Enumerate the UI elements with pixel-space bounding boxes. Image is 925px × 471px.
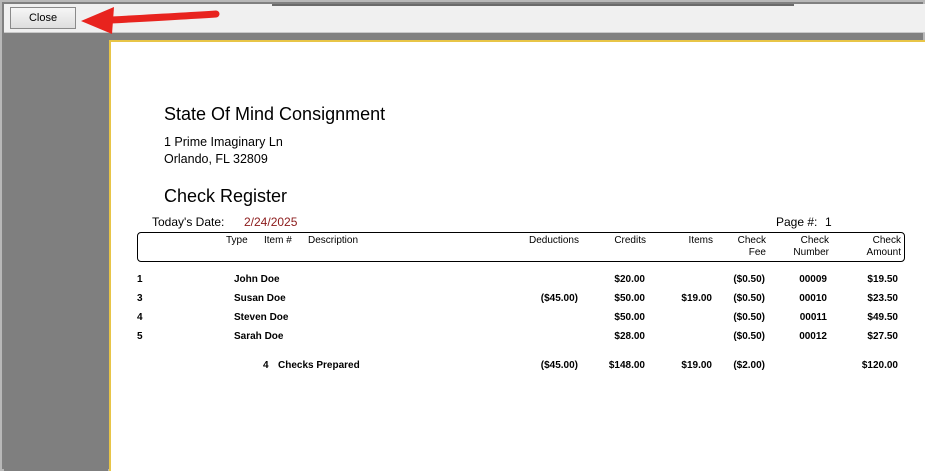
date-value: 2/24/2025	[244, 215, 298, 229]
report-title: Check Register	[164, 186, 288, 206]
column-header-deductions: Deductions	[528, 235, 579, 246]
row-amount: $27.50	[867, 331, 898, 342]
row-credits: $20.00	[614, 274, 645, 285]
check-number-line-2: Number	[793, 246, 829, 258]
row-amount: $23.50	[867, 293, 898, 304]
address-line-2: Orlando, FL 32809	[164, 152, 268, 166]
row-check-number: 00011	[799, 312, 827, 323]
check-fee-line-2: Fee	[748, 246, 766, 258]
column-header-credits: Credits	[614, 235, 646, 246]
report-page: State Of Mind Consignment 1 Prime Imagin…	[109, 40, 925, 471]
close-button[interactable]: Close	[10, 7, 76, 29]
row-fee: ($0.50)	[733, 293, 765, 304]
column-header-type: Type	[226, 235, 248, 246]
row-amount: $49.50	[867, 312, 898, 323]
check-number-line-1: Check	[800, 235, 829, 246]
row-id: 1	[137, 274, 143, 285]
page-number-value: 1	[825, 215, 832, 229]
row-fee: ($0.50)	[733, 331, 765, 342]
column-header-items: Items	[688, 235, 713, 246]
date-label: Today's Date:	[152, 215, 225, 229]
totals-label: Checks Prepared	[278, 360, 360, 371]
column-header-description: Description	[308, 235, 359, 246]
row-fee: ($0.50)	[733, 274, 765, 285]
row-name: Susan Doe	[234, 293, 286, 304]
row-id: 3	[137, 293, 143, 304]
column-header-item: Item #	[264, 235, 292, 246]
row-credits: $28.00	[614, 331, 645, 342]
report-preview-window: Close State Of Mind Consignment 1 Prime …	[0, 0, 925, 471]
row-check-number: 00012	[799, 331, 827, 342]
address-line-1: 1 Prime Imaginary Ln	[164, 135, 283, 149]
company-name: State Of Mind Consignment	[164, 104, 386, 124]
row-items: $19.00	[681, 293, 712, 304]
row-fee: ($0.50)	[733, 312, 765, 323]
row-name: John Doe	[234, 274, 280, 285]
preview-left-pane	[4, 34, 108, 471]
totals-count: 4	[263, 360, 269, 371]
totals-items: $19.00	[681, 360, 712, 371]
check-amount-line-2: Amount	[866, 246, 901, 258]
column-header-check-fee: Check Fee	[721, 235, 766, 258]
toolbar-divider	[272, 4, 794, 6]
row-name: Sarah Doe	[234, 331, 284, 342]
row-id: 5	[137, 331, 143, 342]
row-check-number: 00009	[799, 274, 827, 285]
page-number-label: Page #:	[776, 215, 818, 229]
row-name: Steven Doe	[234, 312, 289, 323]
row-credits: $50.00	[614, 293, 645, 304]
totals-fee: ($2.00)	[733, 360, 765, 371]
preview-toolbar: Close	[4, 4, 925, 34]
row-credits: $50.00	[614, 312, 645, 323]
column-header-check-number: Check Number	[777, 235, 829, 258]
row-id: 4	[137, 312, 143, 323]
totals-credits: $148.00	[608, 360, 645, 371]
row-check-number: 00010	[799, 293, 827, 304]
totals-amount: $120.00	[861, 360, 898, 371]
row-amount: $19.50	[867, 274, 898, 285]
column-header-check-amount: Check Amount	[846, 235, 901, 258]
row-deductions: ($45.00)	[540, 293, 578, 304]
check-fee-line-1: Check	[737, 235, 766, 246]
totals-deductions: ($45.00)	[540, 360, 578, 371]
check-amount-line-1: Check	[872, 235, 901, 246]
red-arrow-icon	[81, 7, 220, 34]
